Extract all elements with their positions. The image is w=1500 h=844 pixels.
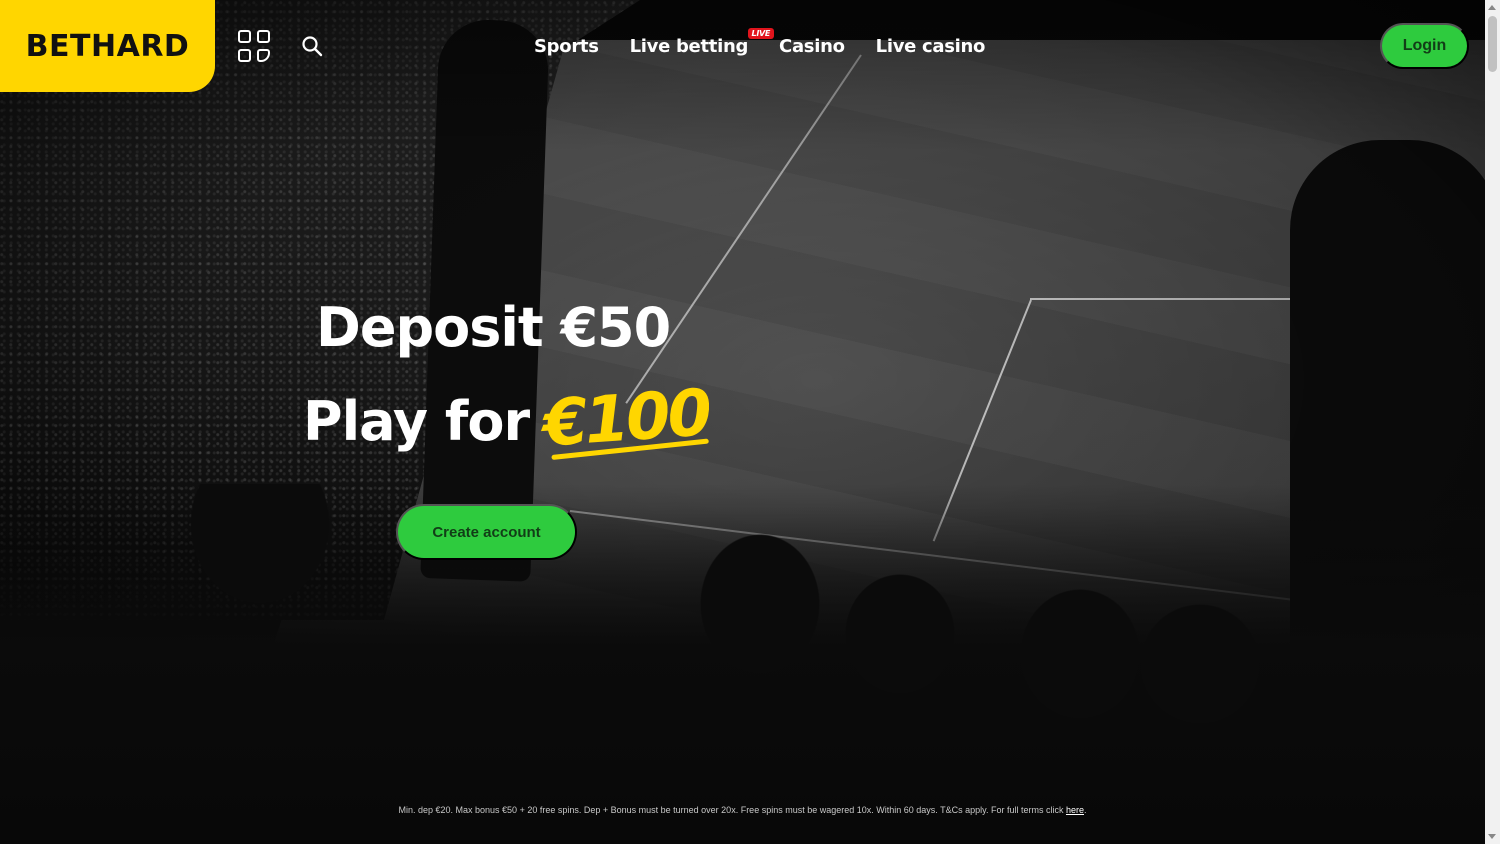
hero-bonus-amount: €100 <box>540 376 712 462</box>
logo-text: BETHARD <box>25 28 190 64</box>
grid-menu-cell <box>257 49 270 62</box>
terms-disclaimer: Min. dep €20. Max bonus €50 + 20 free sp… <box>0 805 1485 815</box>
login-button[interactable]: Login <box>1380 23 1469 69</box>
nav-casino[interactable]: Casino <box>779 36 845 57</box>
terms-end: . <box>1084 805 1087 815</box>
bethard-logo[interactable]: BETHARD <box>0 0 215 92</box>
terms-here-link[interactable]: here <box>1066 805 1084 815</box>
main-nav: Sports Live betting LIVE Casino Live cas… <box>534 27 986 59</box>
nav-live-betting-label: Live betting <box>629 35 749 57</box>
nav-live-betting[interactable]: Live betting LIVE <box>629 27 775 57</box>
scroll-up-arrow-icon[interactable] <box>1488 5 1496 10</box>
grid-menu-cell <box>257 30 270 43</box>
scroll-down-arrow-icon[interactable] <box>1488 834 1496 839</box>
hero-play-for: Play for <box>303 390 530 453</box>
page: BETHARD Sports Live betting LIVE Casino … <box>0 0 1485 844</box>
search-icon[interactable] <box>300 34 324 58</box>
grid-menu-cell <box>238 30 251 43</box>
nav-sports[interactable]: Sports <box>534 36 599 57</box>
terms-text: Min. dep €20. Max bonus €50 + 20 free sp… <box>398 805 1066 815</box>
fans-silhouettes <box>0 484 1485 844</box>
scroll-thumb[interactable] <box>1488 16 1497 72</box>
live-badge: LIVE <box>747 27 775 39</box>
nav-live-casino[interactable]: Live casino <box>876 36 986 57</box>
hero-headline-play: Play for €100 <box>303 376 712 461</box>
scrollbar[interactable] <box>1485 0 1500 844</box>
grid-menu-icon[interactable] <box>238 30 270 62</box>
stadium-background-image <box>0 0 1485 844</box>
grid-menu-cell <box>238 49 251 62</box>
hero-headline-deposit: Deposit €50 <box>316 296 671 359</box>
create-account-button[interactable]: Create account <box>396 504 577 560</box>
